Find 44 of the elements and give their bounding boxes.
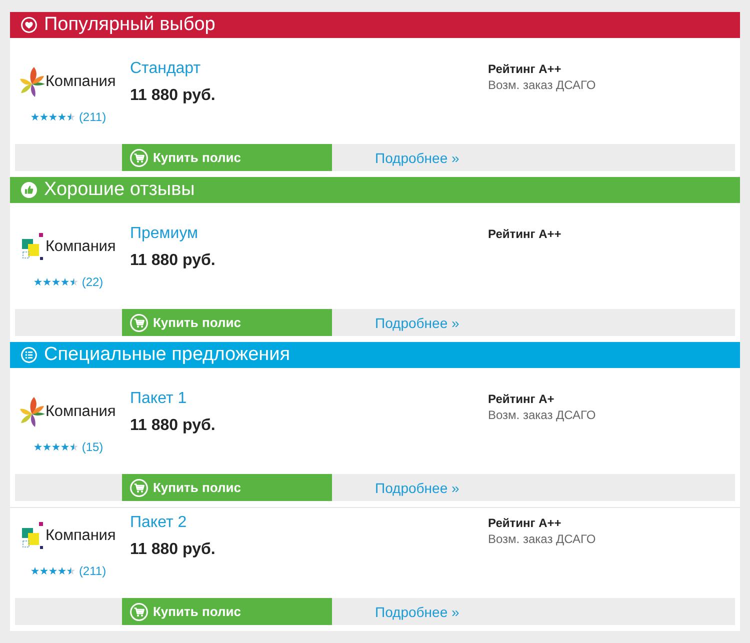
note-text: Возм. заказ ДСАГО [488,407,596,423]
note-text: Возм. заказ ДСАГО [488,77,596,93]
offer-title-link[interactable]: Стандарт [130,59,201,79]
review-count-link[interactable]: (211) [78,110,106,124]
company-logo-text: Компания [46,238,116,256]
thumbs-up-icon [21,182,37,198]
price-text: 11 880 руб. [130,86,216,106]
rating-text: Рейтинг А++ [488,515,562,531]
offer-title-link[interactable]: Пакет 1 [130,389,187,409]
price-text: 11 880 руб. [130,251,216,271]
review-count-link[interactable]: (15) [82,440,104,454]
buy-policy-button[interactable]: Купить полис [122,598,332,625]
petals-logo-icon [20,66,44,98]
buy-policy-button[interactable]: Купить полис [122,474,332,501]
buy-policy-button[interactable]: Купить полис [122,309,332,336]
section-title: Хорошие отзывы [44,179,195,201]
offer-title-link[interactable]: Премиум [130,224,198,244]
note-text: Возм. заказ ДСАГО [488,531,596,547]
company-logo-text: Компания [46,403,116,421]
rating-text: Рейтинг А+ [488,391,556,407]
section-title: Популярный выбор [44,14,216,36]
cart-icon [130,602,148,620]
review-count-link[interactable]: (211) [78,564,106,578]
rating-text: Рейтинг А++ [488,61,562,77]
offer-title-link[interactable]: Пакет 2 [130,513,187,533]
details-link[interactable]: Подробнее » [375,148,460,166]
details-link[interactable]: Подробнее » [375,478,460,496]
cart-icon [130,148,148,166]
squares-logo-icon [20,520,44,552]
cart-icon [130,478,148,496]
squares-logo-icon [20,231,44,263]
list-icon [21,347,37,363]
rating-text: Рейтинг А++ [488,226,562,242]
company-logo-text: Компания [46,73,116,91]
price-text: 11 880 руб. [130,540,216,560]
section-title: Специальные предложения [44,344,290,366]
details-link[interactable]: Подробнее » [375,602,460,620]
price-text: 11 880 руб. [130,416,216,436]
review-count-link[interactable]: (22) [82,275,104,289]
buy-policy-button[interactable]: Купить полис [122,144,332,171]
details-link[interactable]: Подробнее » [375,314,460,332]
cart-icon [130,314,148,332]
petals-logo-icon [20,396,44,428]
company-logo-text: Компания [46,527,116,545]
